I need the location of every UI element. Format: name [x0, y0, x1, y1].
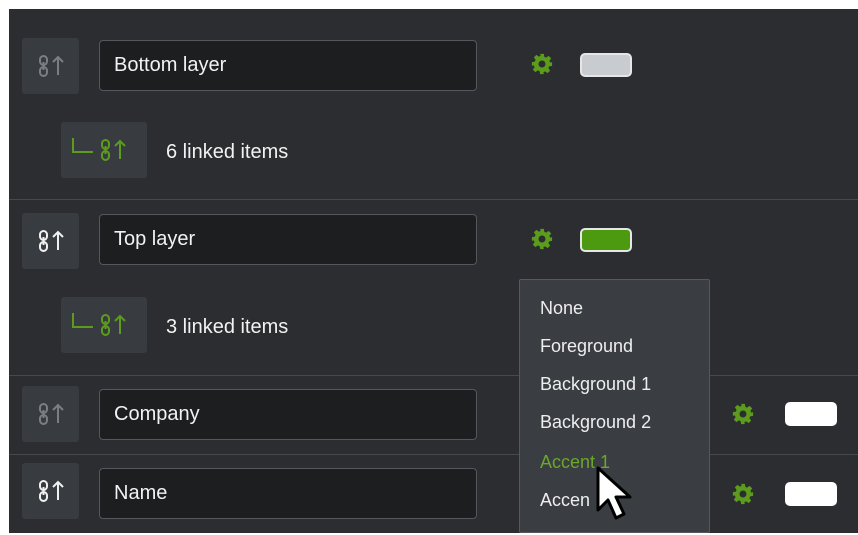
layer-list-panel: Bottom layer 6 linked items Top layer 3 …: [9, 9, 858, 533]
gear-icon[interactable]: [732, 483, 754, 505]
link-toggle-button[interactable]: [22, 213, 79, 269]
dropdown-option-background-1[interactable]: Background 1: [540, 374, 651, 395]
layer-name-field[interactable]: Top layer: [99, 214, 477, 265]
mouse-cursor-icon: [596, 466, 632, 520]
dropdown-option-foreground[interactable]: Foreground: [540, 336, 633, 357]
divider: [9, 199, 858, 200]
layer-name-field[interactable]: Name: [99, 468, 477, 519]
color-swatch[interactable]: [785, 402, 837, 426]
linked-items-label: 6 linked items: [166, 141, 289, 163]
divider: [9, 454, 858, 455]
gear-icon[interactable]: [732, 403, 754, 425]
layer-name-field[interactable]: Company: [99, 389, 477, 440]
linked-items-label: 3 linked items: [166, 316, 289, 338]
color-swatch[interactable]: [580, 228, 632, 252]
dropdown-option-none[interactable]: None: [540, 298, 583, 319]
link-toggle-button[interactable]: [22, 38, 79, 94]
linked-items-button[interactable]: [61, 122, 147, 178]
link-up-icon: [33, 228, 69, 254]
gear-icon[interactable]: [531, 228, 553, 250]
linked-branch-icon: [72, 313, 126, 336]
link-up-icon: [33, 478, 69, 504]
dropdown-option-background-2[interactable]: Background 2: [540, 412, 651, 433]
gear-icon[interactable]: [531, 53, 553, 75]
dropdown-option-accent-2[interactable]: Accen: [540, 490, 590, 511]
layer-name-field[interactable]: Bottom layer: [99, 40, 477, 91]
link-up-icon: [33, 401, 69, 427]
link-up-icon: [33, 53, 69, 79]
link-toggle-button[interactable]: [22, 463, 79, 519]
linked-items-button[interactable]: [61, 297, 147, 353]
divider: [9, 375, 858, 376]
color-swatch[interactable]: [785, 482, 837, 506]
link-toggle-button[interactable]: [22, 386, 79, 442]
linked-branch-icon: [72, 138, 126, 161]
color-swatch[interactable]: [580, 53, 632, 77]
